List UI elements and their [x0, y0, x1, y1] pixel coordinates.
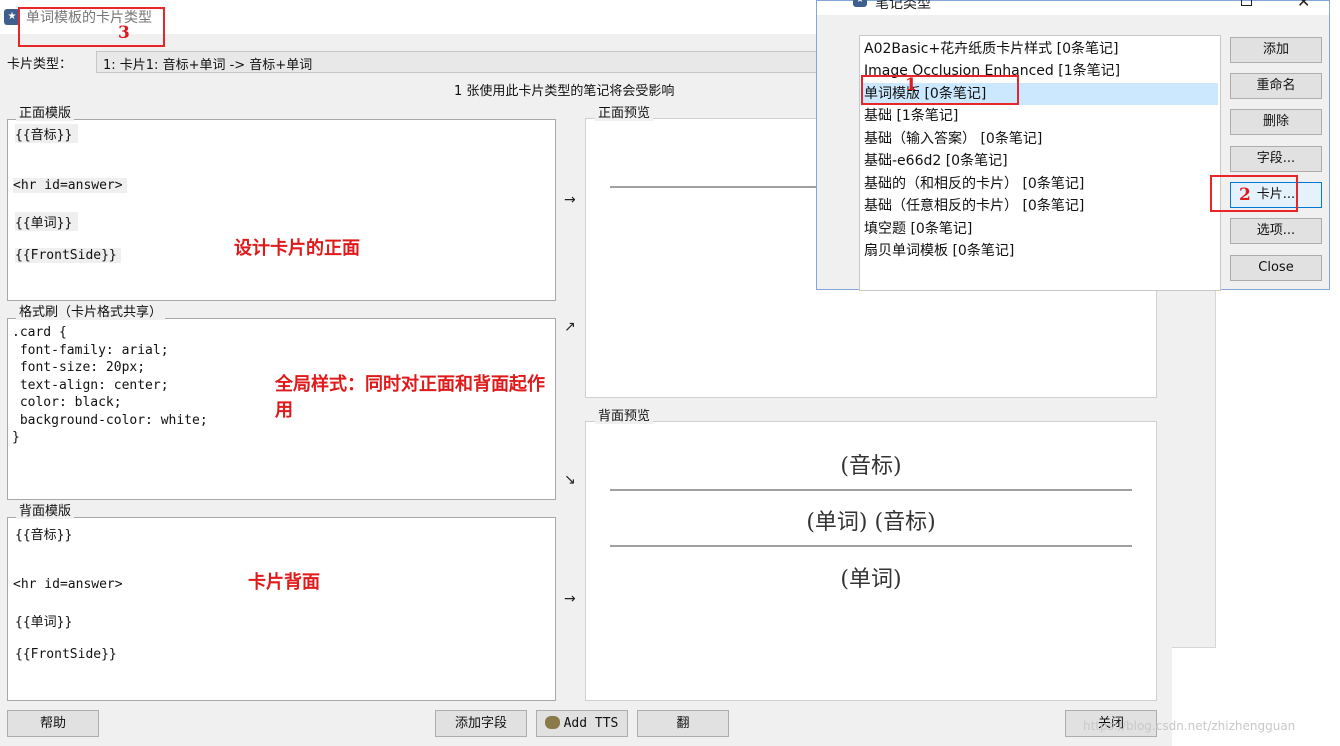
delete-button[interactable]: 删除 [1230, 109, 1322, 135]
styling-annotation: 全局样式：同时对正面和背面起作用 [275, 374, 545, 421]
front-template-line: {{FrontSide}} [15, 248, 121, 263]
back-template-label: 背面模版 [16, 500, 75, 519]
watermark: https://blog.csdn.net/zhizhengguan [1083, 719, 1296, 733]
list-item[interactable]: 基础 [1条笔记] [862, 105, 1218, 127]
front-template-line: {{单词}} [15, 212, 79, 231]
back-arrow-icon: → [564, 591, 576, 607]
back-template-line: <hr id=answer> [13, 577, 123, 592]
card-type-label: 卡片类型： [7, 57, 73, 72]
affected-notice: 1 张使用此卡片类型的笔记将会受影响 [454, 84, 675, 99]
back-preview-pane: (音标) (单词) (音标) (单词) [585, 421, 1157, 701]
card-type-select-value: 1: 卡片1: 音标+单词 -> 音标+单词 [103, 58, 313, 73]
list-item[interactable]: 基础（输入答案） [0条笔记] [862, 128, 1218, 150]
back-preview-line: (单词) [840, 567, 902, 592]
back-template-line: {{FrontSide}} [15, 647, 117, 662]
note-types-close-button[interactable]: Close [1230, 255, 1322, 281]
list-item[interactable]: 基础-e66d2 [0条笔记] [862, 150, 1218, 172]
styling-label: 格式刷（卡片格式共享） [16, 301, 166, 320]
front-template-line: {{音标}} [15, 124, 79, 143]
back-preview-line: (单词) (音标) [806, 510, 936, 535]
fields-button[interactable]: 字段... [1230, 146, 1322, 172]
css-line: .card { [12, 325, 67, 340]
maximize-icon[interactable] [1241, 0, 1252, 6]
front-template-line: <hr id=answer> [13, 178, 127, 193]
back-annotation: 卡片背面 [248, 572, 320, 593]
back-template-line: {{音标}} [15, 528, 73, 543]
front-template-label: 正面模版 [16, 102, 75, 121]
card-type-select[interactable]: 1: 卡片1: 音标+单词 -> 音标+单词 [96, 51, 836, 73]
note-types-window: ★ 笔记类型 ✕ A02Basic+花卉纸质卡片样式 [0条笔记] Image … [816, 0, 1330, 291]
front-preview-label: 正面预览 [595, 102, 654, 121]
back-preview-divider [610, 489, 1132, 491]
note-types-title-bar: ★ 笔记类型 ✕ [817, 0, 1329, 15]
list-item[interactable]: A02Basic+花卉纸质卡片样式 [0条笔记] [862, 38, 1218, 60]
annotation-box-3 [18, 7, 165, 47]
front-template-editor[interactable]: {{音标}} <hr id=answer> {{单词}} {{FrontSide… [7, 119, 556, 301]
css-line: color: black; [12, 395, 122, 410]
speaker-icon [545, 716, 560, 729]
front-arrow-icon: → [564, 192, 576, 208]
list-item[interactable]: 基础（任意相反的卡片） [0条笔记] [862, 195, 1218, 217]
style-down-arrow-icon: ↘ [564, 472, 576, 488]
css-line: background-color: white; [12, 413, 208, 428]
back-preview-label: 背面预览 [595, 405, 654, 424]
note-type-list[interactable]: A02Basic+花卉纸质卡片样式 [0条笔记] Image Occlusion… [859, 35, 1221, 291]
list-item[interactable]: 基础的（和相反的卡片） [0条笔记] [862, 173, 1218, 195]
help-button[interactable]: 帮助 [7, 710, 99, 737]
styling-editor[interactable]: .card { font-family: arial; font-size: 2… [7, 318, 556, 500]
css-line: font-family: arial; [12, 343, 169, 358]
back-preview-divider [610, 545, 1132, 547]
list-item[interactable]: 填空题 [0条笔记] [862, 218, 1218, 240]
background-window-edge [1172, 290, 1216, 648]
annotation-box-1 [861, 75, 1019, 105]
style-up-arrow-icon: ↗ [564, 319, 576, 335]
add-button[interactable]: 添加 [1230, 37, 1322, 63]
back-preview-line: (音标) [840, 454, 902, 479]
annotation-number-3: 3 [118, 23, 130, 43]
add-tts-button[interactable]: Add TTS [536, 710, 628, 737]
add-field-button[interactable]: 添加字段 [435, 710, 527, 737]
list-item[interactable]: 扇贝单词模板 [0条笔记] [862, 240, 1218, 262]
rename-button[interactable]: 重命名 [1230, 73, 1322, 99]
flip-button[interactable]: 翻 [637, 710, 729, 737]
css-line: } [12, 430, 20, 445]
css-line: font-size: 20px; [12, 360, 146, 375]
add-tts-label: Add TTS [563, 716, 619, 731]
annotation-number-1: 1 [905, 75, 917, 95]
close-icon[interactable]: ✕ [1297, 0, 1310, 11]
options-button[interactable]: 选项... [1230, 218, 1322, 244]
front-annotation: 设计卡片的正面 [234, 238, 360, 259]
note-types-title: 笔记类型 [875, 0, 931, 12]
annotation-number-2: 2 [1239, 185, 1251, 205]
annotation-box-2 [1210, 175, 1298, 212]
anki-app-icon: ★ [853, 0, 867, 7]
back-template-editor[interactable]: {{音标}} <hr id=answer> {{单词}} {{FrontSide… [7, 517, 556, 701]
back-template-line: {{单词}} [15, 615, 73, 630]
css-line: text-align: center; [12, 378, 169, 393]
